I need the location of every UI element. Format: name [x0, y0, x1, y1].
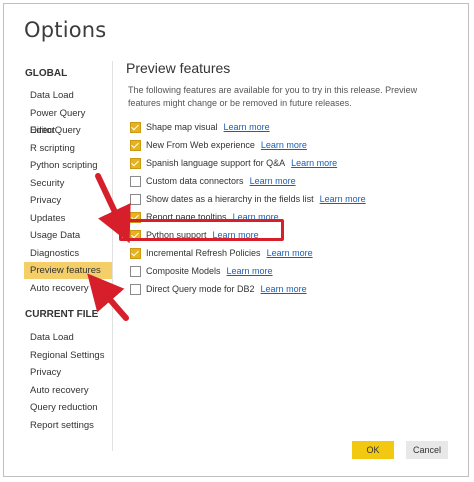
sidebar-item-diagnostics[interactable]: Diagnostics [24, 245, 112, 262]
checkbox-composite-models[interactable] [130, 265, 141, 277]
learn-more-link[interactable]: Learn more [224, 122, 270, 132]
ok-button[interactable]: OK [352, 441, 394, 459]
sidebar-item-security[interactable]: Security [24, 175, 112, 192]
sidebar-item-r-scripting[interactable]: R scripting [24, 140, 112, 157]
sidebar-item-preview-features[interactable]: Preview features [24, 262, 112, 279]
feature-row: Custom data connectors Learn more [130, 174, 296, 188]
learn-more-link[interactable]: Learn more [227, 266, 273, 276]
sidebar-item-file-data-load[interactable]: Data Load [24, 329, 112, 346]
current-file-section-header: CURRENT FILE [25, 309, 99, 320]
description-text: The following features are available for… [128, 85, 418, 108]
learn-more-link[interactable]: Learn more [261, 284, 307, 294]
feature-label: Direct Query mode for DB2 [146, 284, 255, 294]
checkbox-custom-data-connectors[interactable] [130, 175, 141, 187]
sidebar-item-file-auto-recovery[interactable]: Auto recovery [24, 382, 112, 399]
feature-row: Composite Models Learn more [130, 264, 273, 278]
feature-row: Direct Query mode for DB2 Learn more [130, 282, 307, 296]
cancel-button[interactable]: Cancel [406, 441, 448, 459]
checkbox-dates-hierarchy[interactable] [130, 193, 141, 205]
sidebar-item-file-privacy[interactable]: Privacy [24, 364, 112, 381]
learn-more-link[interactable]: Learn more [261, 140, 307, 150]
global-section-header: GLOBAL [25, 68, 68, 79]
learn-more-link[interactable]: Learn more [291, 158, 337, 168]
checkbox-incremental-refresh[interactable] [130, 247, 141, 259]
dialog-title: Options [24, 18, 107, 42]
feature-label: Show dates as a hierarchy in the fields … [146, 194, 314, 204]
preview-features-panel: Preview features The following features … [126, 60, 456, 295]
checkbox-shape-map-visual[interactable] [130, 121, 141, 133]
sidebar-item-privacy[interactable]: Privacy [24, 192, 112, 209]
feature-row: Incremental Refresh Policies Learn more [130, 246, 313, 260]
page-title: Preview features [126, 60, 231, 76]
feature-label: Shape map visual [146, 122, 218, 132]
checkbox-spanish-qa[interactable] [130, 157, 141, 169]
sidebar-item-directquery[interactable]: DirectQuery [24, 122, 112, 139]
feature-label: Composite Models [146, 266, 221, 276]
sidebar-item-data-load[interactable]: Data Load [24, 87, 112, 104]
feature-label: Custom data connectors [146, 176, 244, 186]
feature-row: New From Web experience Learn more [130, 138, 307, 152]
sidebar-item-python-scripting[interactable]: Python scripting [24, 157, 112, 174]
checkbox-direct-query-db2[interactable] [130, 283, 141, 295]
feature-row: Shape map visual Learn more [130, 120, 270, 134]
feature-label: Spanish language support for Q&A [146, 158, 286, 168]
annotation-highlight-box [119, 219, 284, 241]
learn-more-link[interactable]: Learn more [250, 176, 296, 186]
feature-row: Show dates as a hierarchy in the fields … [130, 192, 366, 206]
sidebar-item-power-query-editor[interactable]: Power Query Editor [24, 105, 112, 136]
sidebar-item-auto-recovery[interactable]: Auto recovery [24, 280, 112, 297]
feature-row: Spanish language support for Q&A Learn m… [130, 156, 337, 170]
learn-more-link[interactable]: Learn more [267, 248, 313, 258]
sidebar: GLOBAL Data Load Power Query Editor Dire… [20, 61, 113, 451]
sidebar-item-report-settings[interactable]: Report settings [24, 417, 112, 434]
checkbox-new-from-web[interactable] [130, 139, 141, 151]
sidebar-item-query-reduction[interactable]: Query reduction [24, 399, 112, 416]
sidebar-item-updates[interactable]: Updates [24, 210, 112, 227]
feature-label: New From Web experience [146, 140, 255, 150]
sidebar-item-usage-data[interactable]: Usage Data [24, 227, 112, 244]
learn-more-link[interactable]: Learn more [320, 194, 366, 204]
feature-label: Incremental Refresh Policies [146, 248, 261, 258]
sidebar-item-regional-settings[interactable]: Regional Settings [24, 347, 112, 364]
